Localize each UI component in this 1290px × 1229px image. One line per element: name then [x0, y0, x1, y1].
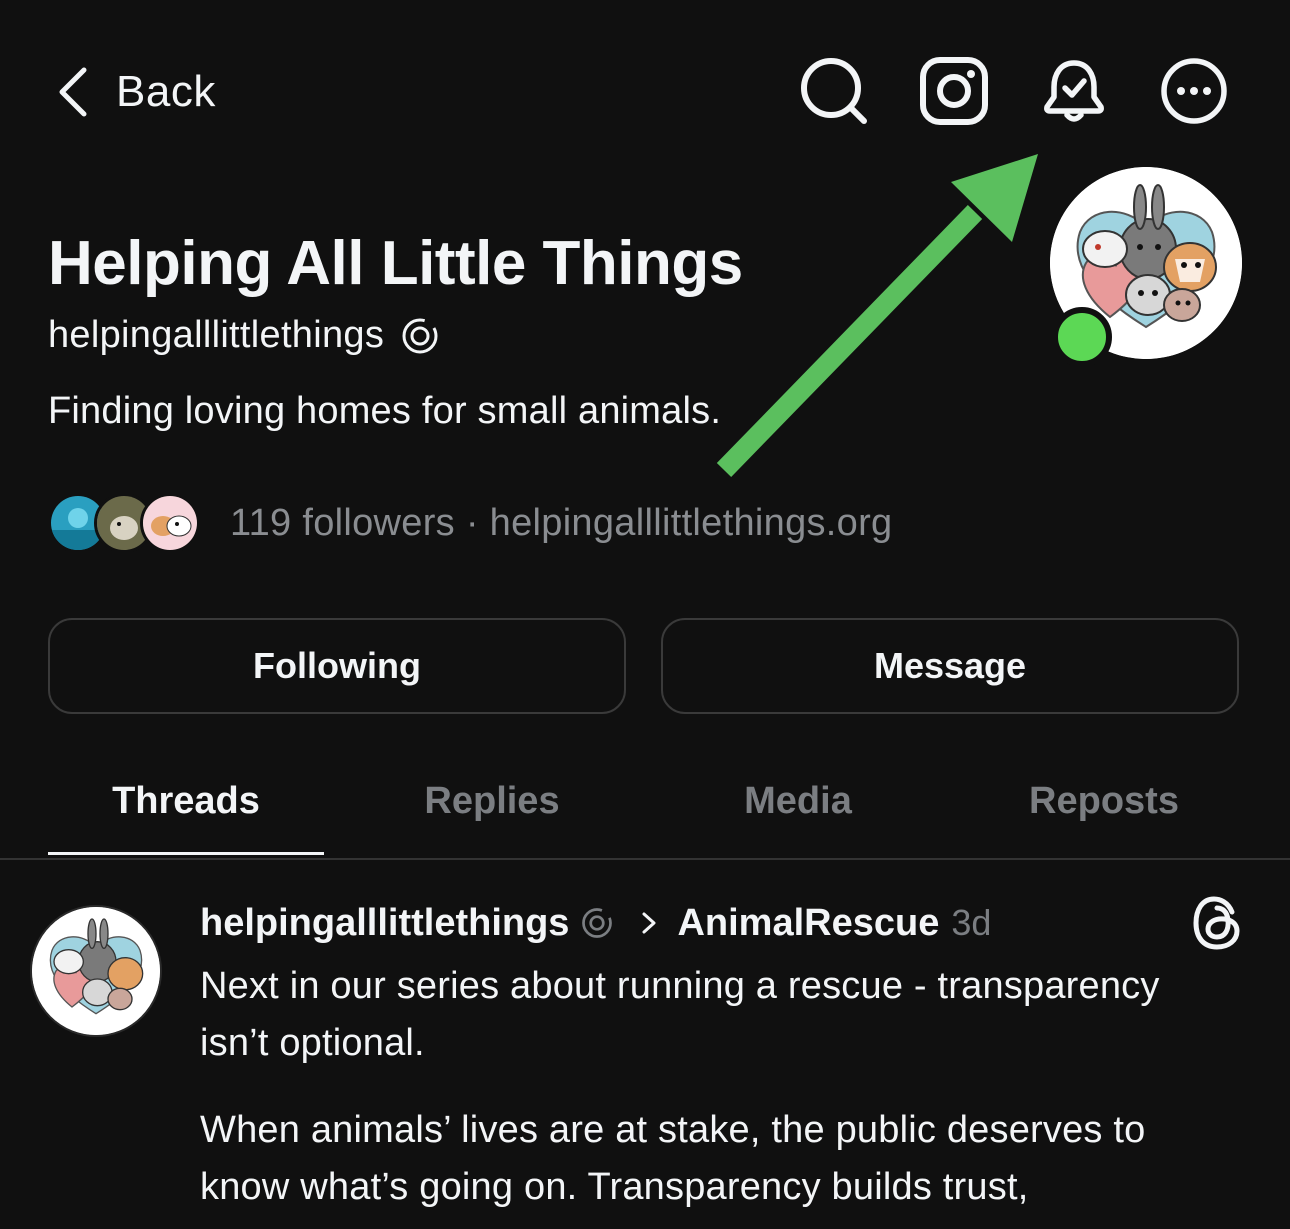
top-bar: Back	[0, 0, 1290, 180]
more-options-button[interactable]	[1158, 55, 1230, 127]
chevron-left-icon	[59, 67, 87, 117]
back-button[interactable]: Back	[54, 60, 216, 124]
handle-row: helpingalllittlethings	[48, 314, 440, 357]
search-icon	[801, 58, 867, 124]
tab-media[interactable]: Media	[660, 770, 936, 856]
profile-tabs: Threads Replies Media Reposts	[0, 770, 1290, 860]
followers-count-and-link[interactable]: 119 followers · helpingalllittlethings.o…	[230, 502, 892, 545]
profile-bio: Finding loving homes for small animals.	[48, 390, 722, 432]
back-label: Back	[116, 67, 216, 116]
post-author-avatar[interactable]	[30, 905, 162, 1037]
post-header: helpingalllittlethings AnimalRescue 3d	[200, 896, 991, 950]
tab-threads[interactable]: Threads	[48, 770, 324, 856]
post-username[interactable]: helpingalllittlethings	[200, 902, 569, 945]
notifications-button[interactable]	[1038, 55, 1110, 127]
follower-avatar	[140, 493, 200, 553]
following-button[interactable]: Following	[48, 618, 626, 714]
notification-bell-check-icon	[1044, 60, 1104, 122]
tab-reposts[interactable]: Reposts	[966, 770, 1242, 856]
message-button[interactable]: Message	[661, 618, 1239, 714]
profile-handle: helpingalllittlethings	[48, 314, 385, 356]
threads-badge-icon[interactable]	[400, 316, 440, 356]
rescue-logo-image	[32, 907, 160, 1035]
post-text-line: know what’s going on. Transparency build…	[200, 1166, 1029, 1208]
active-tab-indicator	[48, 852, 324, 855]
instagram-button[interactable]	[918, 55, 990, 127]
post-text-line: When animals’ lives are at stake, the pu…	[200, 1109, 1146, 1151]
threads-badge-icon	[582, 908, 613, 938]
instagram-icon	[920, 57, 988, 125]
post-text-line: Next in our series about running a rescu…	[200, 965, 1160, 1007]
post-text-line: isn’t optional.	[200, 1022, 425, 1064]
more-options-icon	[1161, 58, 1227, 124]
online-status-indicator	[1052, 307, 1112, 367]
post-topic-tag[interactable]: AnimalRescue	[677, 902, 939, 945]
post-timestamp: 3d	[951, 902, 992, 943]
profile-name: Helping All Little Things	[48, 229, 743, 298]
tab-replies[interactable]: Replies	[354, 770, 630, 856]
threads-logo-icon[interactable]	[1192, 894, 1244, 952]
followers-row[interactable]: 119 followers · helpingalllittlethings.o…	[48, 492, 892, 554]
search-button[interactable]	[798, 55, 870, 127]
chevron-right-icon	[642, 912, 656, 934]
